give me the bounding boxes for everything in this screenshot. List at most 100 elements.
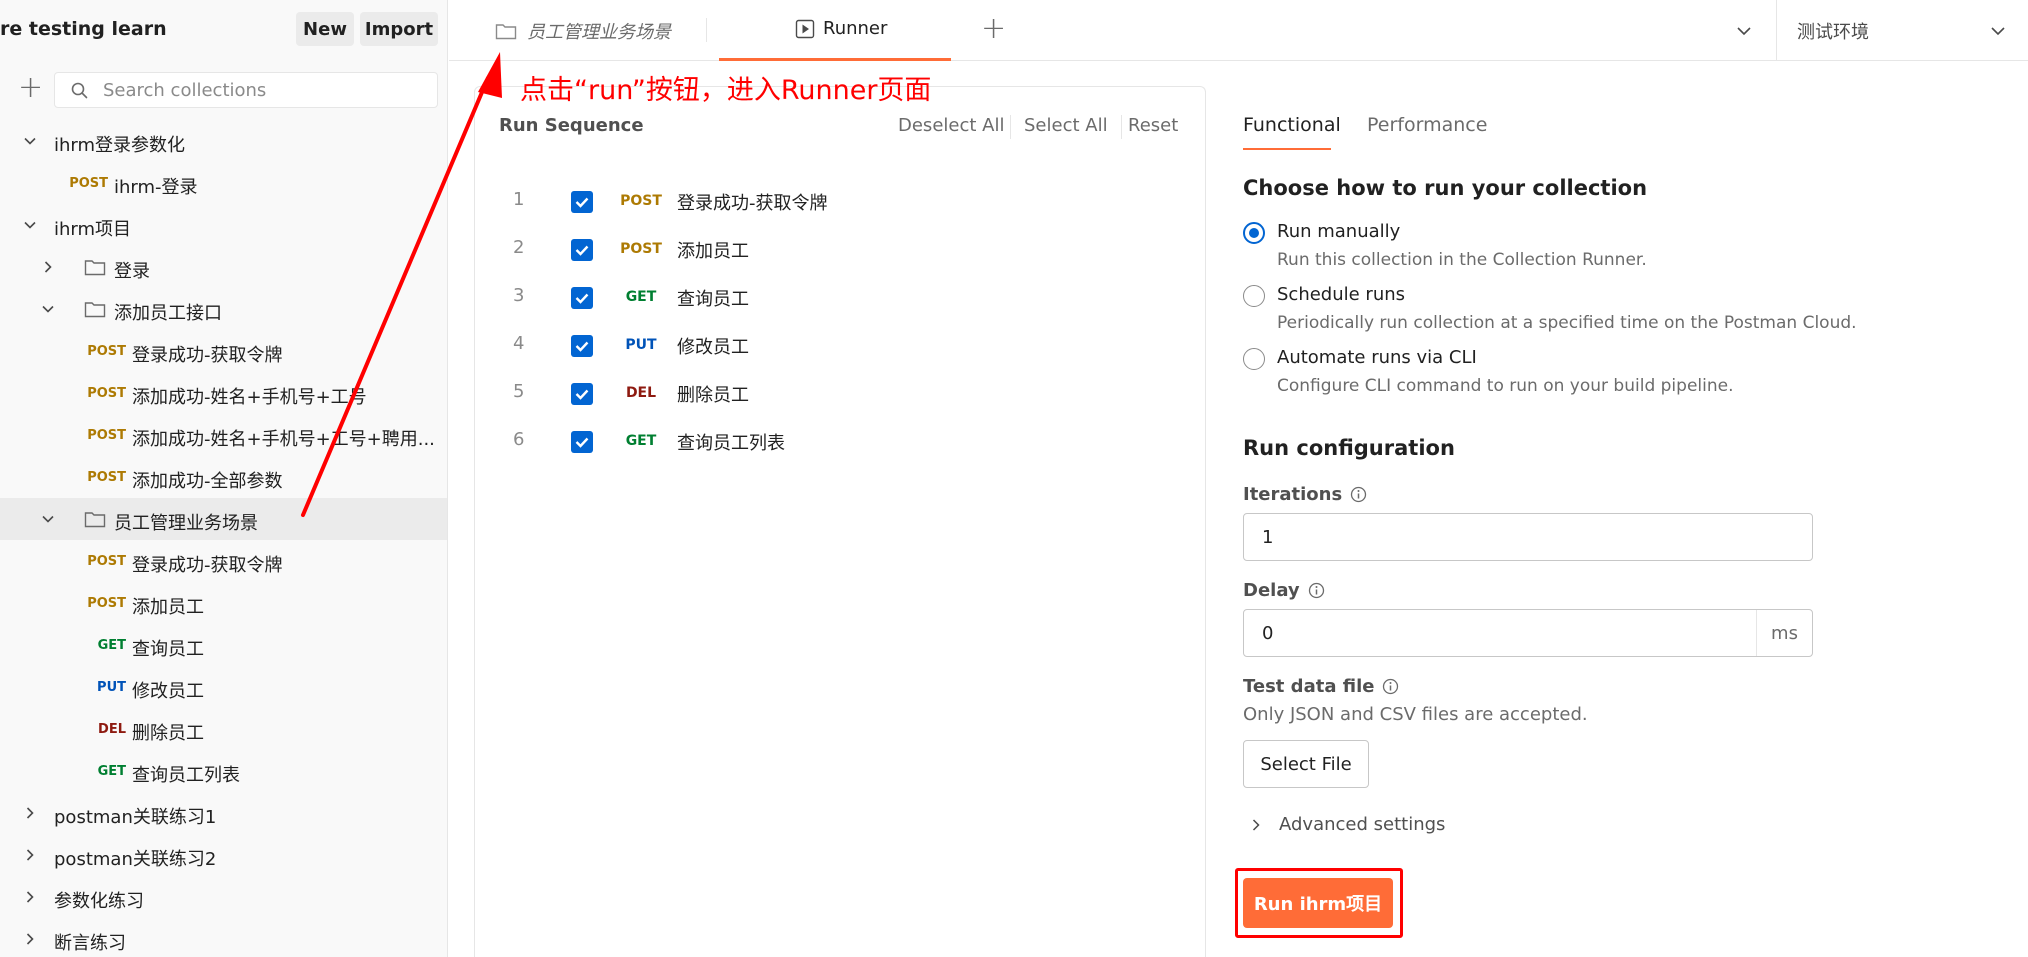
folder-item-selected[interactable]: 员工管理业务场景 (0, 498, 447, 540)
option-label[interactable]: Run manually (1277, 221, 1400, 242)
delay-input[interactable]: 0 ms (1243, 609, 1813, 657)
chevron-down-icon[interactable] (22, 217, 38, 233)
chevron-right-icon[interactable] (22, 805, 38, 821)
folder-label: 登录 (114, 261, 150, 282)
radio-schedule-runs[interactable] (1243, 285, 1265, 307)
check-icon (575, 389, 589, 400)
collection-item[interactable]: ihrm项目 (0, 204, 447, 246)
request-checkbox[interactable] (571, 431, 593, 453)
chevron-right-icon (1252, 818, 1260, 831)
environment-select[interactable]: 测试环境 (1797, 18, 1869, 44)
sequence-row[interactable]: 4 PUT 修改员工 (475, 321, 1207, 369)
chevron-down-icon[interactable] (1989, 22, 2007, 40)
sequence-number: 2 (513, 237, 525, 258)
method-badge: POST (620, 193, 662, 209)
request-item[interactable]: POST 添加成功-姓名+手机号+工号+聘用... (0, 414, 447, 456)
select-file-button[interactable]: Select File (1243, 740, 1369, 788)
tab-functional[interactable]: Functional (1243, 114, 1341, 136)
request-name: 添加员工 (677, 241, 749, 262)
request-item[interactable]: GET 查询员工列表 (0, 750, 447, 792)
info-icon[interactable] (1382, 678, 1399, 695)
request-item[interactable]: PUT 修改员工 (0, 666, 447, 708)
request-label: 添加成功-全部参数 (132, 471, 283, 492)
chevron-down-icon[interactable] (22, 133, 38, 149)
tab-runner[interactable]: Runner (719, 0, 951, 61)
sequence-row[interactable]: 3 GET 查询员工 (475, 273, 1207, 321)
request-label: 登录成功-获取令牌 (132, 345, 283, 366)
request-item[interactable]: POST 登录成功-获取令牌 (0, 540, 447, 582)
collection-item[interactable]: postman关联练习2 (0, 834, 447, 876)
annotation-text: 点击“run”按钮，进入Runner页面 (520, 75, 932, 106)
info-icon[interactable] (1308, 582, 1325, 599)
folder-item[interactable]: 添加员工接口 (0, 288, 447, 330)
reset-button[interactable]: Reset (1128, 115, 1178, 136)
collection-item[interactable]: ihrm登录参数化 (0, 120, 447, 162)
tab-scenario[interactable]: 员工管理业务场景 (495, 18, 671, 44)
tab-divider (706, 18, 707, 42)
deselect-all-button[interactable]: Deselect All (898, 115, 1004, 136)
iterations-label-text: Iterations (1243, 484, 1343, 505)
request-item[interactable]: POST 登录成功-获取令牌 (0, 330, 447, 372)
run-config-heading: Run configuration (1243, 436, 1455, 460)
radio-automate-cli[interactable] (1243, 348, 1265, 370)
check-icon (575, 341, 589, 352)
collection-item[interactable]: 断言练习 (0, 918, 447, 957)
option-label[interactable]: Automate runs via CLI (1277, 347, 1477, 368)
method-badge: POST (87, 428, 126, 443)
request-item[interactable]: GET 查询员工 (0, 624, 447, 666)
request-checkbox[interactable] (571, 335, 593, 357)
request-label: 删除员工 (132, 723, 204, 744)
chevron-right-icon[interactable] (40, 259, 56, 275)
request-name: 删除员工 (677, 385, 749, 406)
sequence-row[interactable]: 6 GET 查询员工列表 (475, 417, 1207, 465)
folder-icon (84, 260, 106, 276)
collection-label: ihrm项目 (54, 219, 132, 240)
chevron-right-icon[interactable] (22, 847, 38, 863)
request-item[interactable]: DEL 删除员工 (0, 708, 447, 750)
option-label[interactable]: Schedule runs (1277, 284, 1405, 305)
check-icon (575, 245, 589, 256)
request-item[interactable]: POST 添加成功-姓名+手机号+工号 (0, 372, 447, 414)
import-button[interactable]: Import (360, 12, 438, 46)
chevron-right-icon[interactable] (22, 931, 38, 947)
request-item[interactable]: POST 添加成功-全部参数 (0, 456, 447, 498)
request-checkbox[interactable] (571, 287, 593, 309)
chevron-right-icon[interactable] (22, 889, 38, 905)
collection-label: ihrm登录参数化 (54, 135, 186, 156)
tabs-bar: 员工管理业务场景 Runner + 测试环境 (449, 0, 2028, 61)
select-all-button[interactable]: Select All (1024, 115, 1108, 136)
chevron-down-icon[interactable] (1735, 22, 1753, 40)
collection-item[interactable]: 参数化练习 (0, 876, 447, 918)
advanced-settings-toggle[interactable]: Advanced settings (1249, 814, 1445, 835)
radio-run-manually[interactable] (1243, 222, 1265, 244)
folder-item[interactable]: 登录 (0, 246, 447, 288)
tab-performance[interactable]: Performance (1367, 114, 1487, 136)
folder-label: 员工管理业务场景 (114, 513, 258, 534)
new-button[interactable]: New (296, 12, 354, 46)
sequence-row[interactable]: 1 POST 登录成功-获取令牌 (475, 177, 1207, 225)
request-label: ihrm-登录 (114, 177, 198, 198)
request-checkbox[interactable] (571, 191, 593, 213)
request-item[interactable]: POST 添加员工 (0, 582, 447, 624)
request-checkbox[interactable] (571, 383, 593, 405)
sequence-row[interactable]: 2 POST 添加员工 (475, 225, 1207, 273)
info-icon[interactable] (1350, 486, 1367, 503)
search-box[interactable] (54, 72, 438, 108)
method-badge: DEL (98, 722, 126, 737)
run-sequence-panel: Run Sequence Deselect All Select All Res… (474, 86, 1206, 957)
add-collection-icon[interactable]: + (18, 73, 43, 103)
request-checkbox[interactable] (571, 239, 593, 261)
chevron-down-icon[interactable] (40, 301, 56, 317)
sequence-row[interactable]: 5 DEL 删除员工 (475, 369, 1207, 417)
method-badge: GET (625, 289, 657, 305)
chevron-down-icon[interactable] (40, 511, 56, 527)
method-badge: POST (87, 386, 126, 401)
run-collection-button[interactable]: Run ihrm项目 (1243, 878, 1393, 928)
iterations-input[interactable]: 1 (1243, 513, 1813, 561)
folder-icon (84, 512, 106, 528)
new-tab-icon[interactable]: + (981, 14, 1006, 44)
collection-item[interactable]: postman关联练习1 (0, 792, 447, 834)
request-item[interactable]: POST ihrm-登录 (0, 162, 447, 204)
request-label: 修改员工 (132, 681, 204, 702)
search-input[interactable] (103, 73, 423, 107)
